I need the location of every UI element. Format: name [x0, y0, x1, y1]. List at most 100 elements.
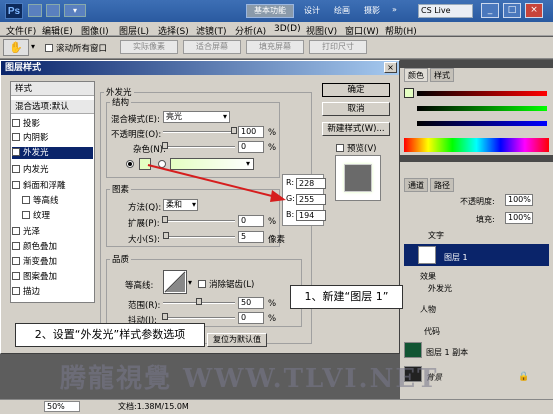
- noise-field[interactable]: 0: [238, 141, 264, 153]
- menu-analysis[interactable]: 分析(A): [235, 24, 266, 37]
- jitter-field[interactable]: 0: [238, 312, 264, 324]
- style-label: 斜面和浮雕: [23, 181, 66, 191]
- style-outer-glow[interactable]: 外发光: [12, 147, 93, 159]
- foreground-color-swatch[interactable]: [404, 88, 414, 98]
- red-slider[interactable]: [417, 91, 547, 96]
- style-texture[interactable]: 纹理: [22, 210, 92, 222]
- minibridge-icon[interactable]: [46, 4, 60, 17]
- menu-3d[interactable]: 3D(D): [274, 24, 301, 34]
- blue-slider[interactable]: [417, 121, 547, 126]
- preview-swatch: [344, 164, 372, 192]
- jitter-slider-thumb[interactable]: [162, 313, 168, 320]
- dialog-close-icon[interactable]: ×: [384, 62, 397, 73]
- layer-opacity-field[interactable]: 100%: [505, 194, 533, 206]
- menu-filter[interactable]: 滤镜(T): [196, 24, 227, 37]
- size-slider-track[interactable]: [163, 236, 235, 238]
- opacity-slider-track[interactable]: [163, 131, 235, 133]
- range-field[interactable]: 50: [238, 297, 264, 309]
- layer-effect-outer-glow[interactable]: 外发光: [428, 283, 528, 294]
- spread-field[interactable]: 0: [238, 215, 264, 227]
- noise-slider-track[interactable]: [163, 146, 235, 148]
- range-slider-thumb[interactable]: [196, 298, 202, 305]
- style-drop-shadow[interactable]: 投影: [12, 118, 93, 130]
- solid-color-radio[interactable]: [126, 160, 134, 168]
- size-slider-thumb[interactable]: [163, 232, 169, 239]
- spread-slider-thumb[interactable]: [162, 216, 168, 223]
- workspace-photography[interactable]: 摄影: [364, 5, 380, 16]
- menu-help[interactable]: 帮助(H): [385, 24, 417, 37]
- scroll-all-windows-checkbox[interactable]: 滚动所有窗口: [45, 42, 107, 54]
- fill-screen-button[interactable]: 填充屏幕: [246, 40, 304, 54]
- noise-slider-thumb[interactable]: [162, 142, 168, 149]
- style-bevel-emboss[interactable]: 斜面和浮雕: [12, 180, 93, 192]
- layer-group-code[interactable]: 代码: [424, 326, 524, 337]
- actual-pixels-button[interactable]: 实际像素: [120, 40, 178, 54]
- maximize-button[interactable]: □: [503, 3, 521, 18]
- contour-chevron-down-icon[interactable]: ▾: [188, 278, 192, 287]
- style-gradient-overlay[interactable]: 渐变叠加: [12, 256, 93, 268]
- layer-effects[interactable]: 效果: [420, 271, 520, 282]
- radio-dot-icon: [128, 162, 132, 166]
- contour-picker[interactable]: [163, 270, 187, 294]
- workspace-painting[interactable]: 绘画: [334, 5, 350, 16]
- preview-checkbox[interactable]: 预览(V): [336, 142, 376, 154]
- tab-channels[interactable]: 通道: [404, 178, 428, 192]
- menu-select[interactable]: 选择(S): [158, 24, 189, 37]
- layer-name-layer1-copy[interactable]: 图层 1 副本: [426, 347, 526, 358]
- tab-styles[interactable]: 样式: [430, 68, 454, 82]
- menu-edit[interactable]: 编辑(E): [42, 24, 73, 37]
- hand-tool-icon[interactable]: ✋: [3, 39, 29, 56]
- minimize-button[interactable]: _: [481, 3, 499, 18]
- tab-paths[interactable]: 路径: [430, 178, 454, 192]
- close-button[interactable]: ×: [525, 3, 543, 18]
- style-color-overlay[interactable]: 颜色叠加: [12, 241, 93, 253]
- workspace-basic-button[interactable]: 基本功能: [246, 4, 294, 18]
- ok-button[interactable]: 确定: [322, 83, 390, 97]
- opacity-field[interactable]: 100: [238, 126, 264, 138]
- style-inner-shadow[interactable]: 内阴影: [12, 132, 93, 144]
- print-size-button[interactable]: 打印尺寸: [309, 40, 367, 54]
- checkbox-checked-icon: [12, 148, 20, 156]
- style-inner-glow[interactable]: 内发光: [12, 164, 93, 176]
- workspace-design[interactable]: 设计: [304, 5, 320, 16]
- color-spectrum-bar[interactable]: [404, 138, 549, 152]
- new-style-button[interactable]: 新建样式(W)...: [322, 122, 390, 136]
- menu-image[interactable]: 图像(I): [81, 24, 109, 37]
- cancel-button[interactable]: 取消: [322, 102, 390, 116]
- status-bar: [0, 399, 553, 414]
- style-satin[interactable]: 光泽: [12, 226, 93, 238]
- layer-group-text[interactable]: 文字: [404, 230, 549, 242]
- style-stroke[interactable]: 描边: [12, 286, 93, 298]
- antialias-checkbox[interactable]: 消除锯齿(L): [198, 278, 254, 290]
- blend-mode-label: 混合模式(E):: [111, 115, 160, 125]
- fit-screen-button[interactable]: 适合屏幕: [183, 40, 241, 54]
- style-pattern-overlay[interactable]: 图案叠加: [12, 271, 93, 283]
- zoom-dropdown[interactable]: ▾: [64, 4, 86, 17]
- opacity-slider-thumb[interactable]: [231, 127, 237, 134]
- menu-view[interactable]: 视图(V): [306, 24, 337, 37]
- spread-slider-track[interactable]: [163, 220, 235, 222]
- menu-file[interactable]: 文件(F): [6, 24, 36, 37]
- layer-name-person[interactable]: 人物: [420, 304, 520, 315]
- green-slider[interactable]: [417, 106, 547, 111]
- size-field[interactable]: 5: [238, 231, 264, 243]
- menu-layer[interactable]: 图层(L): [119, 24, 149, 37]
- layer-fill-field[interactable]: 100%: [505, 212, 533, 224]
- preview-label: 预览(V): [347, 144, 377, 154]
- cs-live-button[interactable]: CS Live: [418, 4, 473, 18]
- styles-header[interactable]: 样式: [11, 82, 94, 96]
- workspace-more-icon[interactable]: »: [392, 5, 397, 14]
- style-contour[interactable]: 等高线: [22, 195, 92, 207]
- tab-color[interactable]: 颜色: [404, 68, 428, 82]
- menu-window[interactable]: 窗口(W): [345, 24, 379, 37]
- reset-default-button[interactable]: 复位为默认值: [207, 333, 267, 347]
- tool-preset-chevron-icon[interactable]: ▾: [31, 42, 35, 51]
- blend-options-default[interactable]: 混合选项:默认: [11, 100, 94, 114]
- blend-mode-select[interactable]: 亮光 ▾: [163, 111, 230, 123]
- jitter-slider-track[interactable]: [163, 317, 235, 319]
- checkbox-icon: [12, 165, 20, 173]
- panel-dock-header: [400, 60, 553, 68]
- style-label: 渐变叠加: [23, 257, 58, 267]
- bridge-icon[interactable]: [28, 4, 42, 17]
- zoom-field[interactable]: 50%: [44, 401, 80, 412]
